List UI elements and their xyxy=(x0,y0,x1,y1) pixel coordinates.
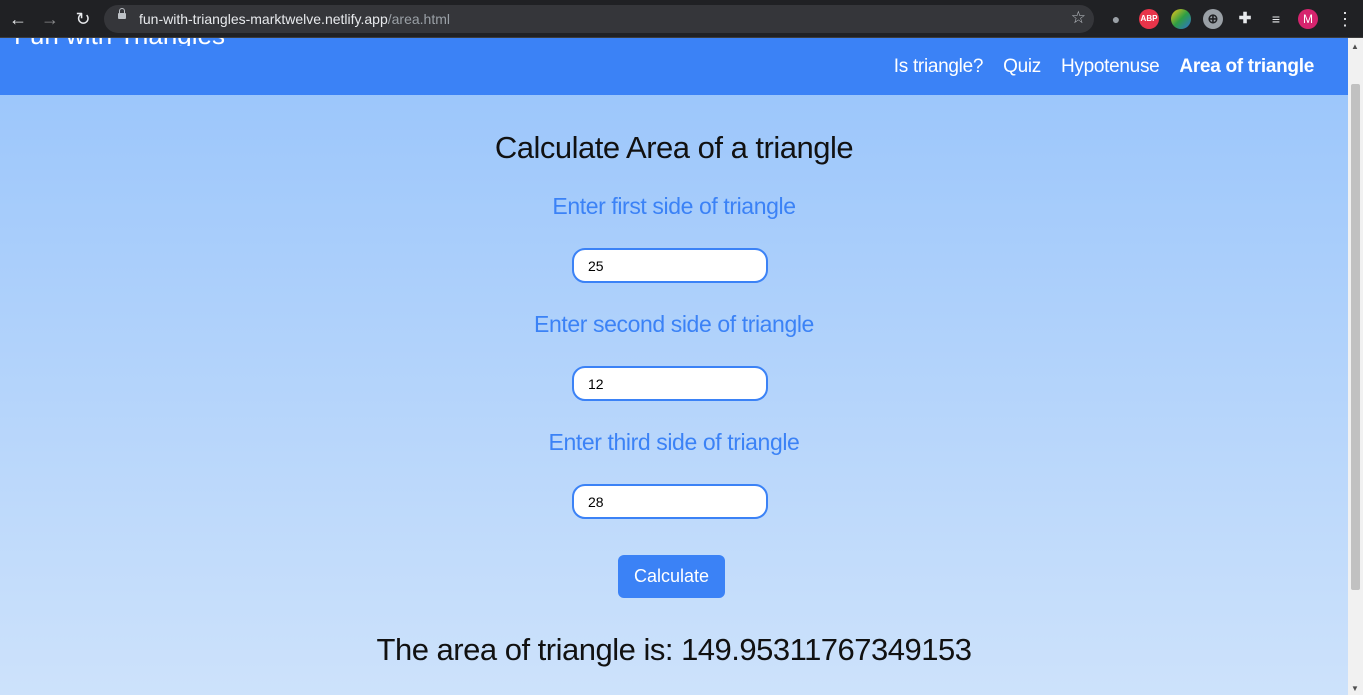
second-side-input[interactable] xyxy=(572,366,768,401)
extension-color-icon[interactable] xyxy=(1171,9,1191,29)
extension-icon[interactable]: ● xyxy=(1107,9,1125,29)
calculate-button[interactable]: Calculate xyxy=(618,555,725,598)
nav-link-hypotenuse[interactable]: Hypotenuse xyxy=(1061,56,1160,78)
result-text: The area of triangle is: 149.95311767349… xyxy=(376,632,972,667)
site-header: Fun with Triangles Is triangle? Quiz Hyp… xyxy=(0,38,1348,95)
nav-link-quiz[interactable]: Quiz xyxy=(1003,56,1041,78)
nav-link-area-of-triangle[interactable]: Area of triangle xyxy=(1179,56,1314,78)
scroll-up-icon[interactable]: ▲ xyxy=(1351,42,1359,51)
scrollbar-thumb[interactable] xyxy=(1351,84,1360,590)
first-side-label: Enter first side of triangle xyxy=(552,193,796,219)
site-brand[interactable]: Fun with Triangles xyxy=(14,38,225,46)
page: Fun with Triangles Is triangle? Quiz Hyp… xyxy=(0,38,1348,695)
url-text[interactable]: fun-with-triangles-marktwelve.netlify.ap… xyxy=(139,11,450,27)
third-side-input[interactable] xyxy=(572,484,768,519)
scroll-down-icon[interactable]: ▼ xyxy=(1351,684,1359,693)
second-side-label: Enter second side of triangle xyxy=(534,311,814,337)
reload-icon[interactable]: ↻ xyxy=(71,7,95,31)
globe-icon[interactable]: ⊕ xyxy=(1203,9,1223,29)
back-arrow-icon[interactable]: ← xyxy=(6,7,30,31)
address-bar[interactable]: fun-with-triangles-marktwelve.netlify.ap… xyxy=(104,5,1094,33)
site-nav: Is triangle? Quiz Hypotenuse Area of tri… xyxy=(894,56,1315,78)
lock-icon[interactable] xyxy=(118,8,126,19)
bookmark-star-icon[interactable]: ☆ xyxy=(1071,8,1086,28)
forward-arrow-icon[interactable]: → xyxy=(38,7,62,31)
profile-avatar[interactable]: M xyxy=(1298,9,1318,29)
page-title: Calculate Area of a triangle xyxy=(494,130,854,165)
page-scrollbar[interactable]: ▲ ▼ xyxy=(1348,38,1363,695)
more-menu-icon[interactable]: ⋮ xyxy=(1336,9,1354,29)
first-side-input[interactable] xyxy=(572,248,768,283)
nav-link-is-triangle[interactable]: Is triangle? xyxy=(894,56,984,78)
puzzle-extensions-icon[interactable]: ✚ xyxy=(1235,9,1255,29)
reading-list-icon[interactable]: ≡ xyxy=(1266,9,1286,29)
adblock-icon[interactable]: ABP xyxy=(1139,9,1159,29)
third-side-label: Enter third side of triangle xyxy=(548,429,800,455)
browser-toolbar: ← → ↻ fun-with-triangles-marktwelve.netl… xyxy=(0,0,1363,38)
